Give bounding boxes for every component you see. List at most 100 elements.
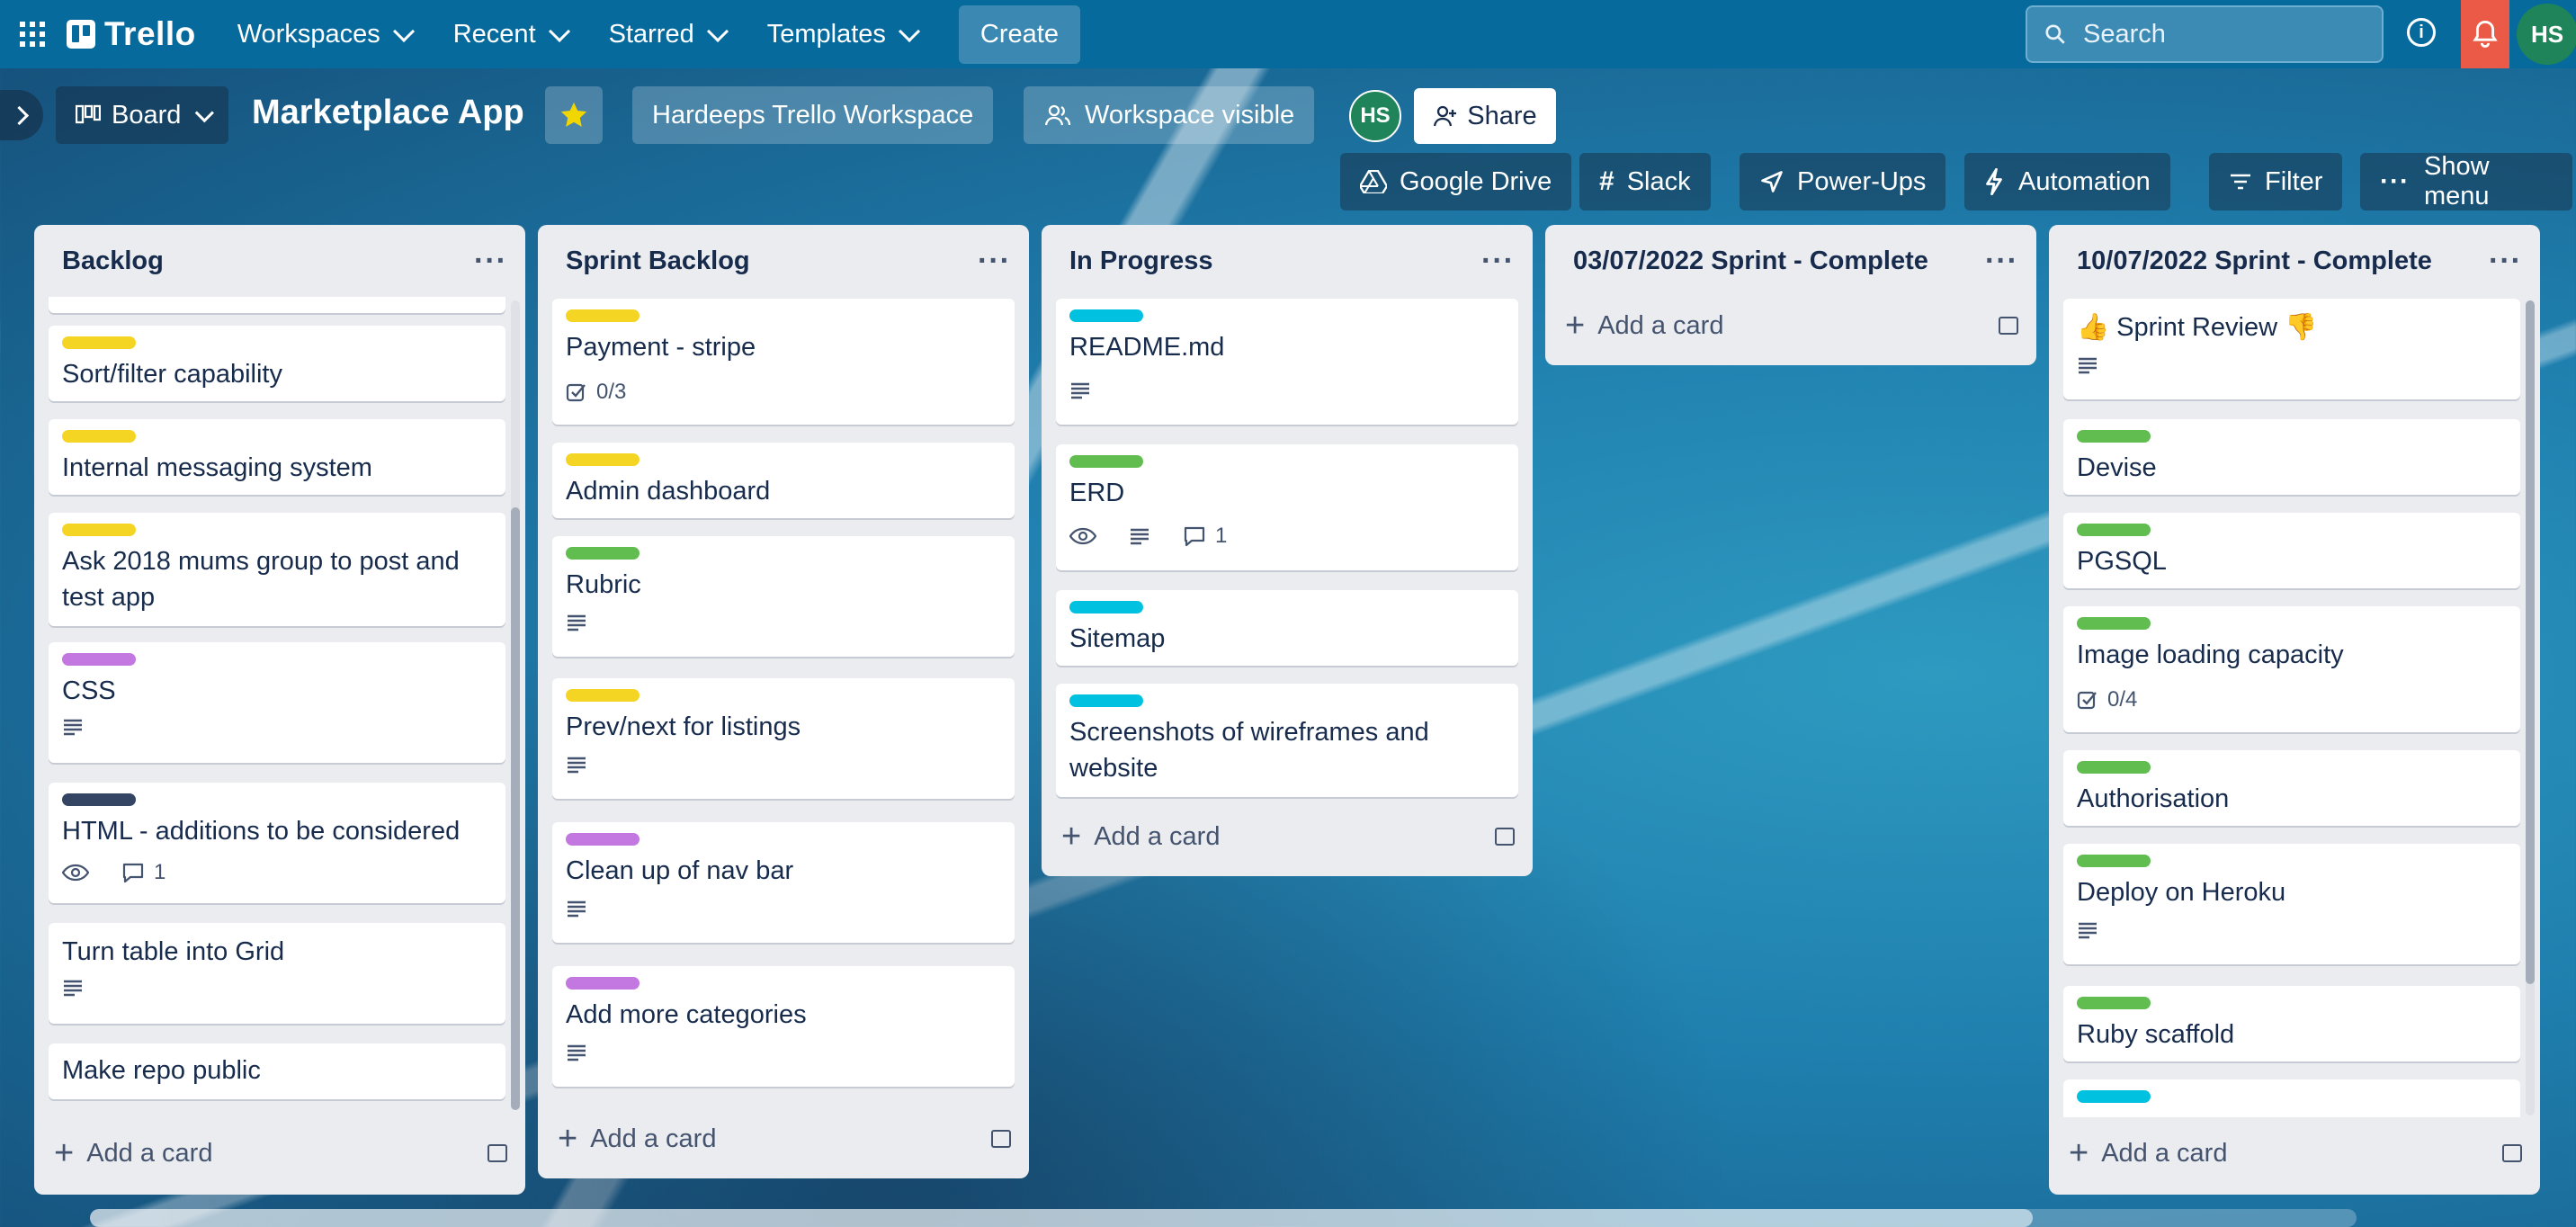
list-card[interactable]: Devise <box>2063 419 2520 495</box>
list-backlog: Backlog ··· Sort/filter capability Intern… <box>34 225 525 1195</box>
star-icon <box>560 102 587 127</box>
create-from-template-icon[interactable] <box>487 1144 507 1162</box>
notifications-button[interactable] <box>2461 0 2509 68</box>
list-title[interactable]: 03/07/2022 Sprint - Complete <box>1573 246 1928 276</box>
list-sprint-backlog: Sprint Backlog ··· Payment - stripe 0/3 A… <box>538 225 1029 1178</box>
list-card[interactable]: ERD 1 <box>1056 444 1518 570</box>
list-title[interactable]: Sprint Backlog <box>566 246 750 276</box>
list-card-partial[interactable] <box>2063 1079 2520 1117</box>
description-icon <box>1069 381 1100 399</box>
create-from-template-icon[interactable] <box>1495 828 1515 846</box>
create-from-template-icon[interactable] <box>2502 1144 2522 1162</box>
description-icon <box>2077 921 2107 939</box>
list-card[interactable]: Rubric <box>552 536 1015 657</box>
card-title: README.md <box>1069 333 1225 362</box>
plus-icon: + <box>2069 1134 2089 1172</box>
board-scrollbar-thumb[interactable] <box>90 1209 2033 1227</box>
list-card[interactable]: Sort/filter capability <box>49 326 505 401</box>
description-icon <box>566 756 596 774</box>
card-title: Deploy on Heroku <box>2077 878 2286 907</box>
member-avatar[interactable]: HS <box>1349 90 1401 142</box>
chevron-down-icon <box>706 20 729 42</box>
show-menu-button[interactable]: ··· Show menu <box>2360 152 2572 210</box>
list-title[interactable]: Backlog <box>62 246 164 276</box>
list-card[interactable]: Prev/next for listings <box>552 678 1015 799</box>
card-label <box>566 689 640 702</box>
workspaces-menu[interactable]: Workspaces <box>237 20 415 49</box>
filter-button[interactable]: Filter <box>2209 153 2343 210</box>
google-drive-button[interactable]: Google Drive <box>1340 153 1572 210</box>
list-card[interactable]: CSS <box>49 642 505 763</box>
comment-icon <box>1184 526 1205 547</box>
list-card[interactable]: Ruby scaffold <box>2063 986 2520 1061</box>
visibility-button[interactable]: Workspace visible <box>1024 86 1315 144</box>
board-title[interactable]: Marketplace App <box>252 94 524 132</box>
create-from-template-icon[interactable] <box>991 1130 1011 1148</box>
list-card[interactable]: Sitemap <box>1056 590 1518 666</box>
list-card[interactable]: Clean up of nav bar <box>552 822 1015 943</box>
workspace-button[interactable]: Hardeeps Trello Workspace <box>632 86 994 144</box>
templates-menu[interactable]: Templates <box>767 20 920 49</box>
list-menu-icon[interactable]: ··· <box>1985 244 2018 279</box>
checklist-icon <box>566 383 586 402</box>
list-card[interactable]: Payment - stripe 0/3 <box>552 299 1015 425</box>
card-title: Admin dashboard <box>566 477 771 506</box>
list-scrollbar[interactable] <box>511 300 520 1110</box>
list-scrollbar[interactable] <box>2526 300 2535 1115</box>
list-card[interactable]: README.md <box>1056 299 1518 425</box>
power-ups-button[interactable]: Power-Ups <box>1740 153 1946 210</box>
starred-menu[interactable]: Starred <box>609 20 729 49</box>
list-card[interactable]: Turn table into Grid <box>49 923 505 1024</box>
create-button[interactable]: Create <box>958 4 1080 64</box>
star-board-button[interactable] <box>545 86 603 144</box>
card-title: CSS <box>62 676 116 705</box>
add-card-button[interactable]: + Add a card <box>54 1133 507 1173</box>
list-card[interactable]: Authorisation <box>2063 750 2520 826</box>
description-icon <box>2077 356 2107 374</box>
list-card[interactable]: 👍 Sprint Review 👎 <box>2063 299 2520 399</box>
add-card-button[interactable]: + Add a card <box>2069 1133 2522 1173</box>
list-card-partial[interactable] <box>49 297 505 313</box>
list-card[interactable]: Admin dashboard <box>552 443 1015 518</box>
share-button[interactable]: Share <box>1414 88 1556 144</box>
list-title[interactable]: In Progress <box>1069 246 1213 276</box>
list-menu-icon[interactable]: ··· <box>2489 244 2522 279</box>
list-card[interactable]: Internal messaging system <box>49 419 505 495</box>
search-input[interactable]: Search <box>2026 5 2384 63</box>
list-title[interactable]: 10/07/2022 Sprint - Complete <box>2077 246 2432 276</box>
automation-button[interactable]: Automation <box>1964 153 2170 210</box>
checklist-badge: 0/4 <box>2077 687 2137 712</box>
list-sprint-03-07-complete: 03/07/2022 Sprint - Complete ··· + Add a c… <box>1545 225 2036 365</box>
list-menu-icon[interactable]: ··· <box>474 244 507 279</box>
slack-button[interactable]: # Slack <box>1579 153 1711 210</box>
info-icon[interactable]: i <box>2407 18 2436 47</box>
list-card[interactable]: PGSQL <box>2063 513 2520 588</box>
sidebar-toggle[interactable] <box>0 90 43 140</box>
add-card-button[interactable]: + Add a card <box>558 1119 1011 1159</box>
card-title: Authorisation <box>2077 784 2230 813</box>
avatar[interactable]: HS <box>2517 4 2576 65</box>
app-switcher-icon[interactable] <box>20 22 45 47</box>
card-title: ERD <box>1069 479 1125 507</box>
recent-menu[interactable]: Recent <box>453 20 570 49</box>
list-card[interactable]: Make repo public <box>49 1043 505 1099</box>
card-title: Prev/next for listings <box>566 712 801 741</box>
list-card[interactable]: HTML - additions to be considered 1 <box>49 783 505 903</box>
card-label <box>62 793 136 806</box>
list-menu-icon[interactable]: ··· <box>978 244 1011 279</box>
board-view-switcher[interactable]: Board <box>56 86 229 144</box>
create-from-template-icon[interactable] <box>1999 317 2018 335</box>
card-label <box>62 336 136 349</box>
add-card-button[interactable]: + Add a card <box>1061 817 1515 856</box>
watch-icon <box>62 864 98 882</box>
list-card[interactable]: Ask 2018 mums group to post and test app <box>49 513 505 626</box>
list-card[interactable]: Image loading capacity 0/4 <box>2063 606 2520 732</box>
add-card-button[interactable]: + Add a card <box>1565 306 2018 345</box>
comment-icon <box>122 863 144 883</box>
list-card[interactable]: Screenshots of wireframes and website <box>1056 684 1518 797</box>
trello-logo[interactable]: Trello <box>67 15 196 53</box>
board-horizontal-scrollbar[interactable] <box>90 1209 2357 1227</box>
list-card[interactable]: Add more categories <box>552 966 1015 1087</box>
list-card[interactable]: Deploy on Heroku <box>2063 844 2520 964</box>
list-menu-icon[interactable]: ··· <box>1481 244 1515 279</box>
